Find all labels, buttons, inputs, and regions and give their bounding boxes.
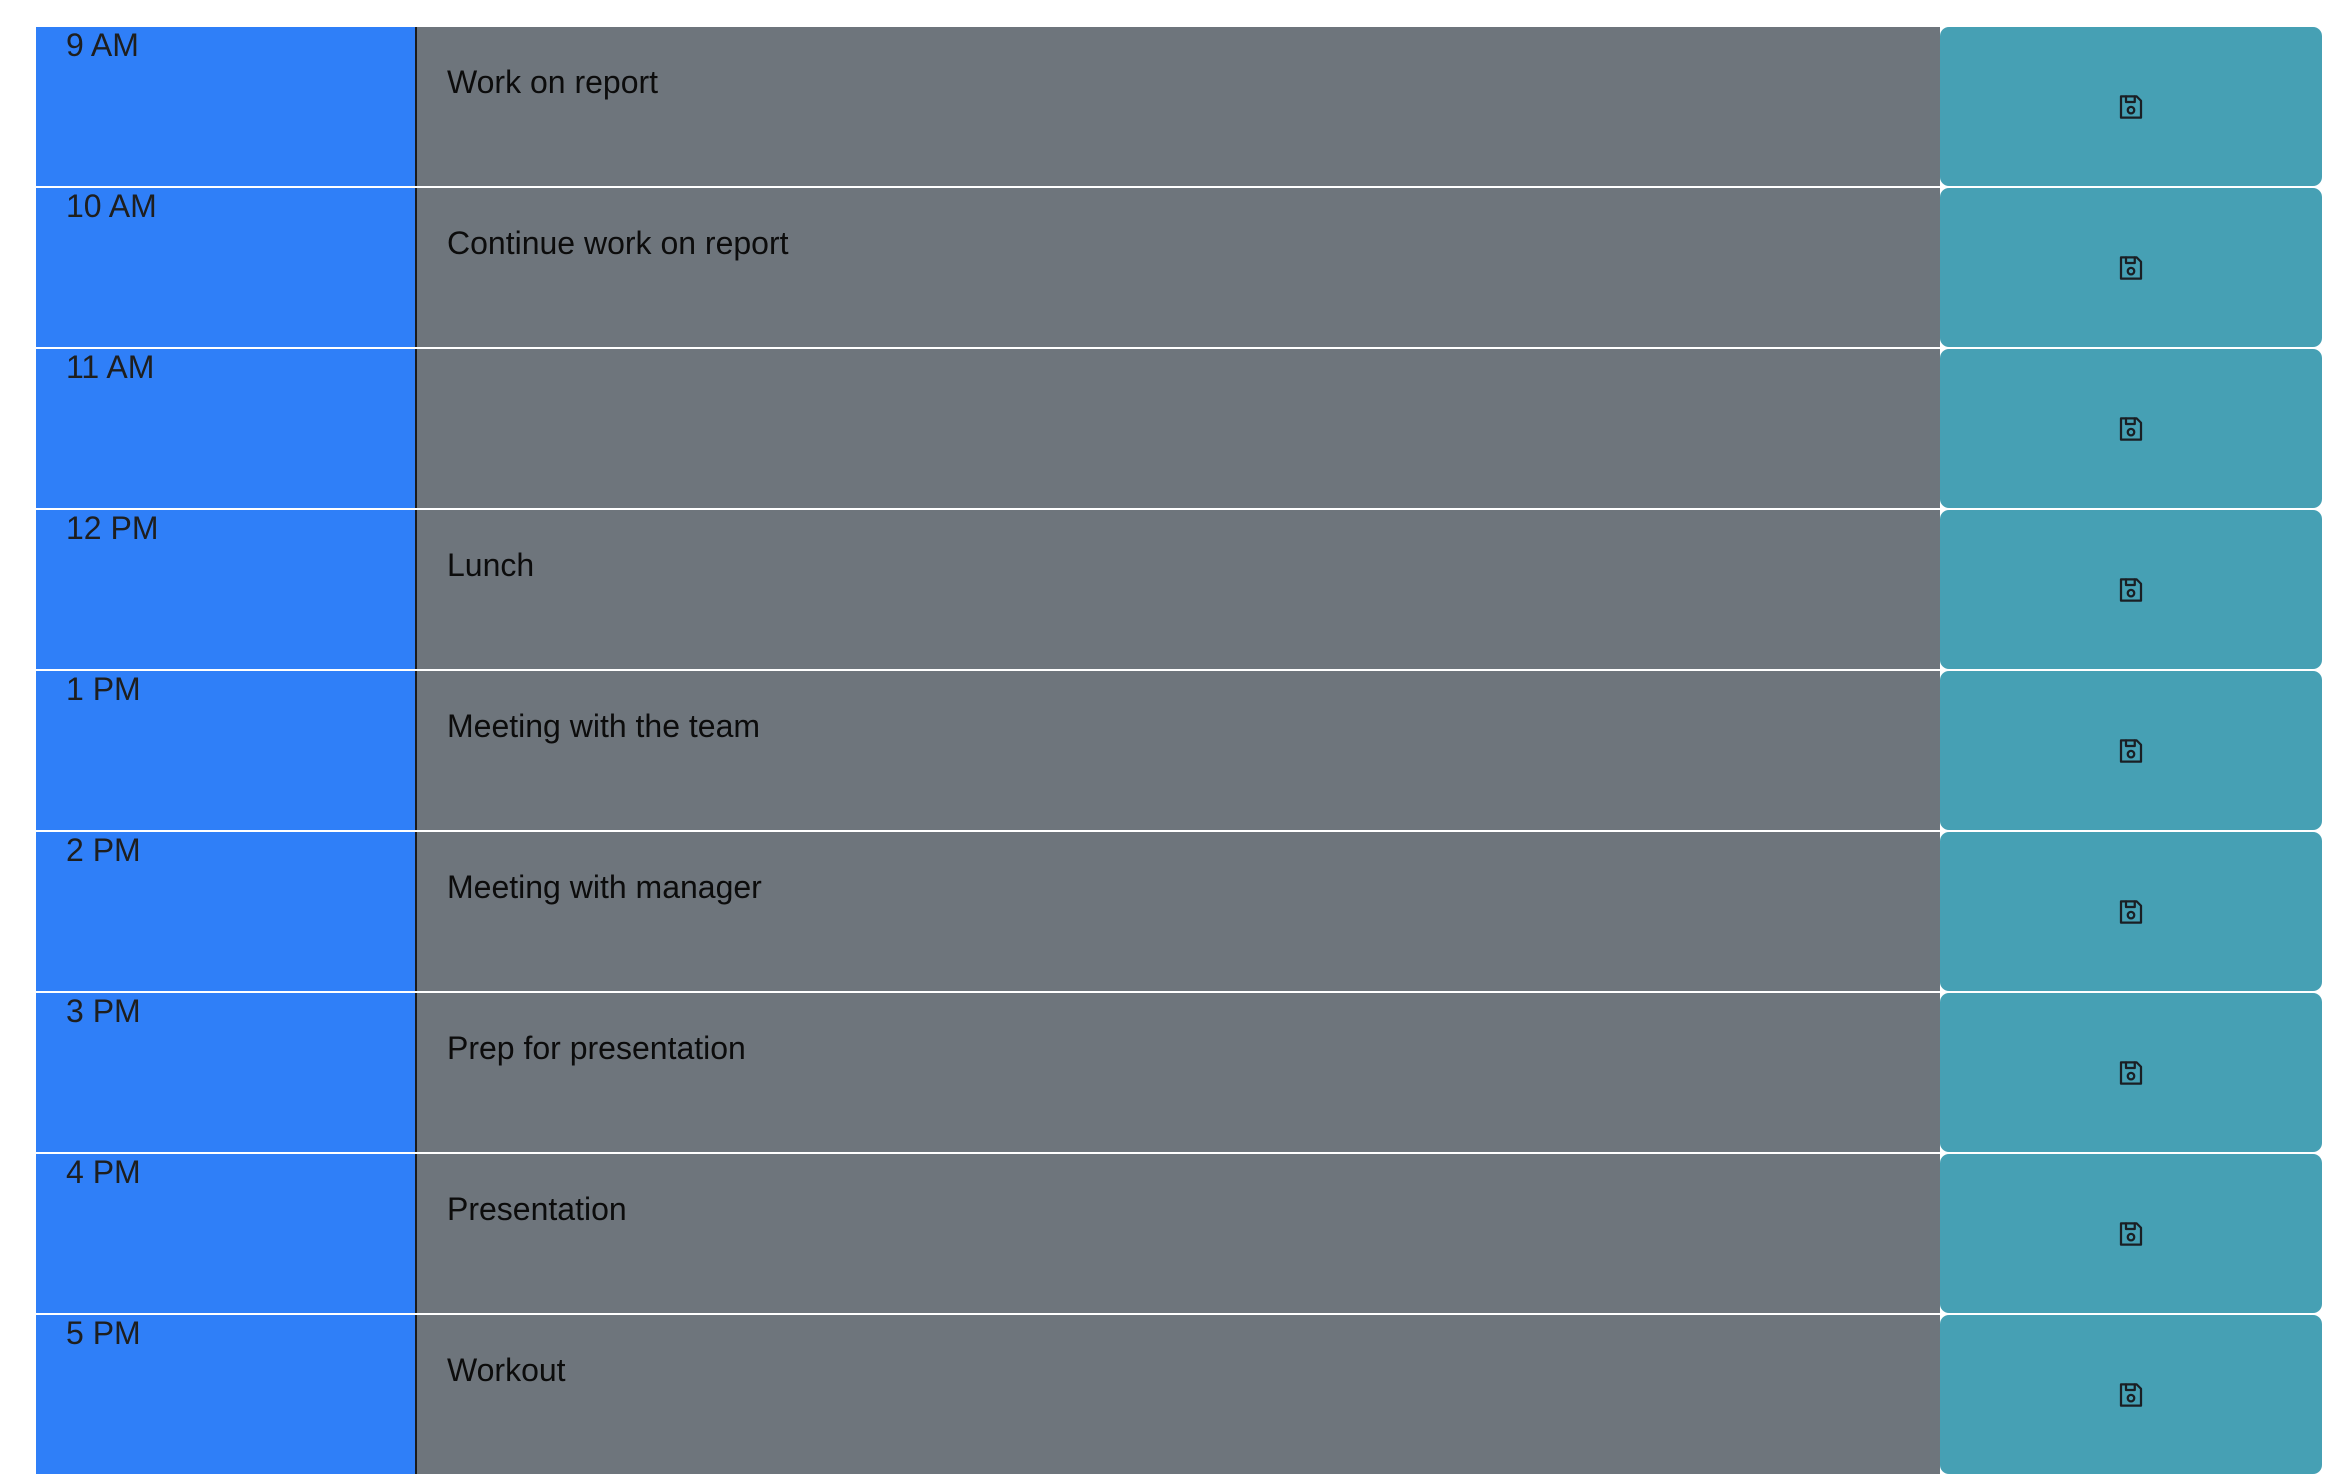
hour-label: 5 PM bbox=[36, 1315, 417, 1474]
save-icon bbox=[2116, 253, 2146, 283]
hour-label: 3 PM bbox=[36, 993, 417, 1152]
save-icon bbox=[2116, 897, 2146, 927]
save-icon bbox=[2116, 575, 2146, 605]
hour-label: 4 PM bbox=[36, 1154, 417, 1313]
save-icon bbox=[2116, 736, 2146, 766]
save-icon bbox=[2116, 1380, 2146, 1410]
save-button[interactable] bbox=[1940, 1154, 2322, 1313]
save-button[interactable] bbox=[1940, 188, 2322, 347]
event-description-input[interactable]: Lunch bbox=[417, 510, 1940, 669]
time-block: 10 AM Continue work on report bbox=[36, 188, 2325, 347]
save-button[interactable] bbox=[1940, 1315, 2322, 1474]
save-icon bbox=[2116, 414, 2146, 444]
time-block: 5 PM Workout bbox=[36, 1315, 2325, 1474]
hour-label: 10 AM bbox=[36, 188, 417, 347]
event-description-input[interactable]: Work on report bbox=[417, 27, 1940, 186]
save-icon bbox=[2116, 1058, 2146, 1088]
time-block: 4 PM Presentation bbox=[36, 1154, 2325, 1313]
hour-label: 2 PM bbox=[36, 832, 417, 991]
save-button[interactable] bbox=[1940, 27, 2322, 186]
event-description-input[interactable]: Workout bbox=[417, 1315, 1940, 1474]
save-icon bbox=[2116, 92, 2146, 122]
save-button[interactable] bbox=[1940, 349, 2322, 508]
event-description-input[interactable]: Prep for presentation bbox=[417, 993, 1940, 1152]
time-block: 1 PM Meeting with the team bbox=[36, 671, 2325, 830]
time-block: 12 PM Lunch bbox=[36, 510, 2325, 669]
event-description-input[interactable] bbox=[417, 349, 1940, 508]
time-block: 3 PM Prep for presentation bbox=[36, 993, 2325, 1152]
save-button[interactable] bbox=[1940, 671, 2322, 830]
time-block: 2 PM Meeting with manager bbox=[36, 832, 2325, 991]
event-description-input[interactable]: Presentation bbox=[417, 1154, 1940, 1313]
hour-label: 11 AM bbox=[36, 349, 417, 508]
hour-label: 1 PM bbox=[36, 671, 417, 830]
save-button[interactable] bbox=[1940, 993, 2322, 1152]
event-description-input[interactable]: Meeting with the team bbox=[417, 671, 1940, 830]
save-icon bbox=[2116, 1219, 2146, 1249]
event-description-input[interactable]: Continue work on report bbox=[417, 188, 1940, 347]
hour-label: 12 PM bbox=[36, 510, 417, 669]
event-description-input[interactable]: Meeting with manager bbox=[417, 832, 1940, 991]
time-block: 9 AM Work on report bbox=[36, 27, 2325, 186]
time-block: 11 AM bbox=[36, 349, 2325, 508]
save-button[interactable] bbox=[1940, 510, 2322, 669]
day-scheduler: 9 AM Work on report 10 AM Continue work … bbox=[36, 27, 2325, 1476]
hour-label: 9 AM bbox=[36, 27, 417, 186]
save-button[interactable] bbox=[1940, 832, 2322, 991]
